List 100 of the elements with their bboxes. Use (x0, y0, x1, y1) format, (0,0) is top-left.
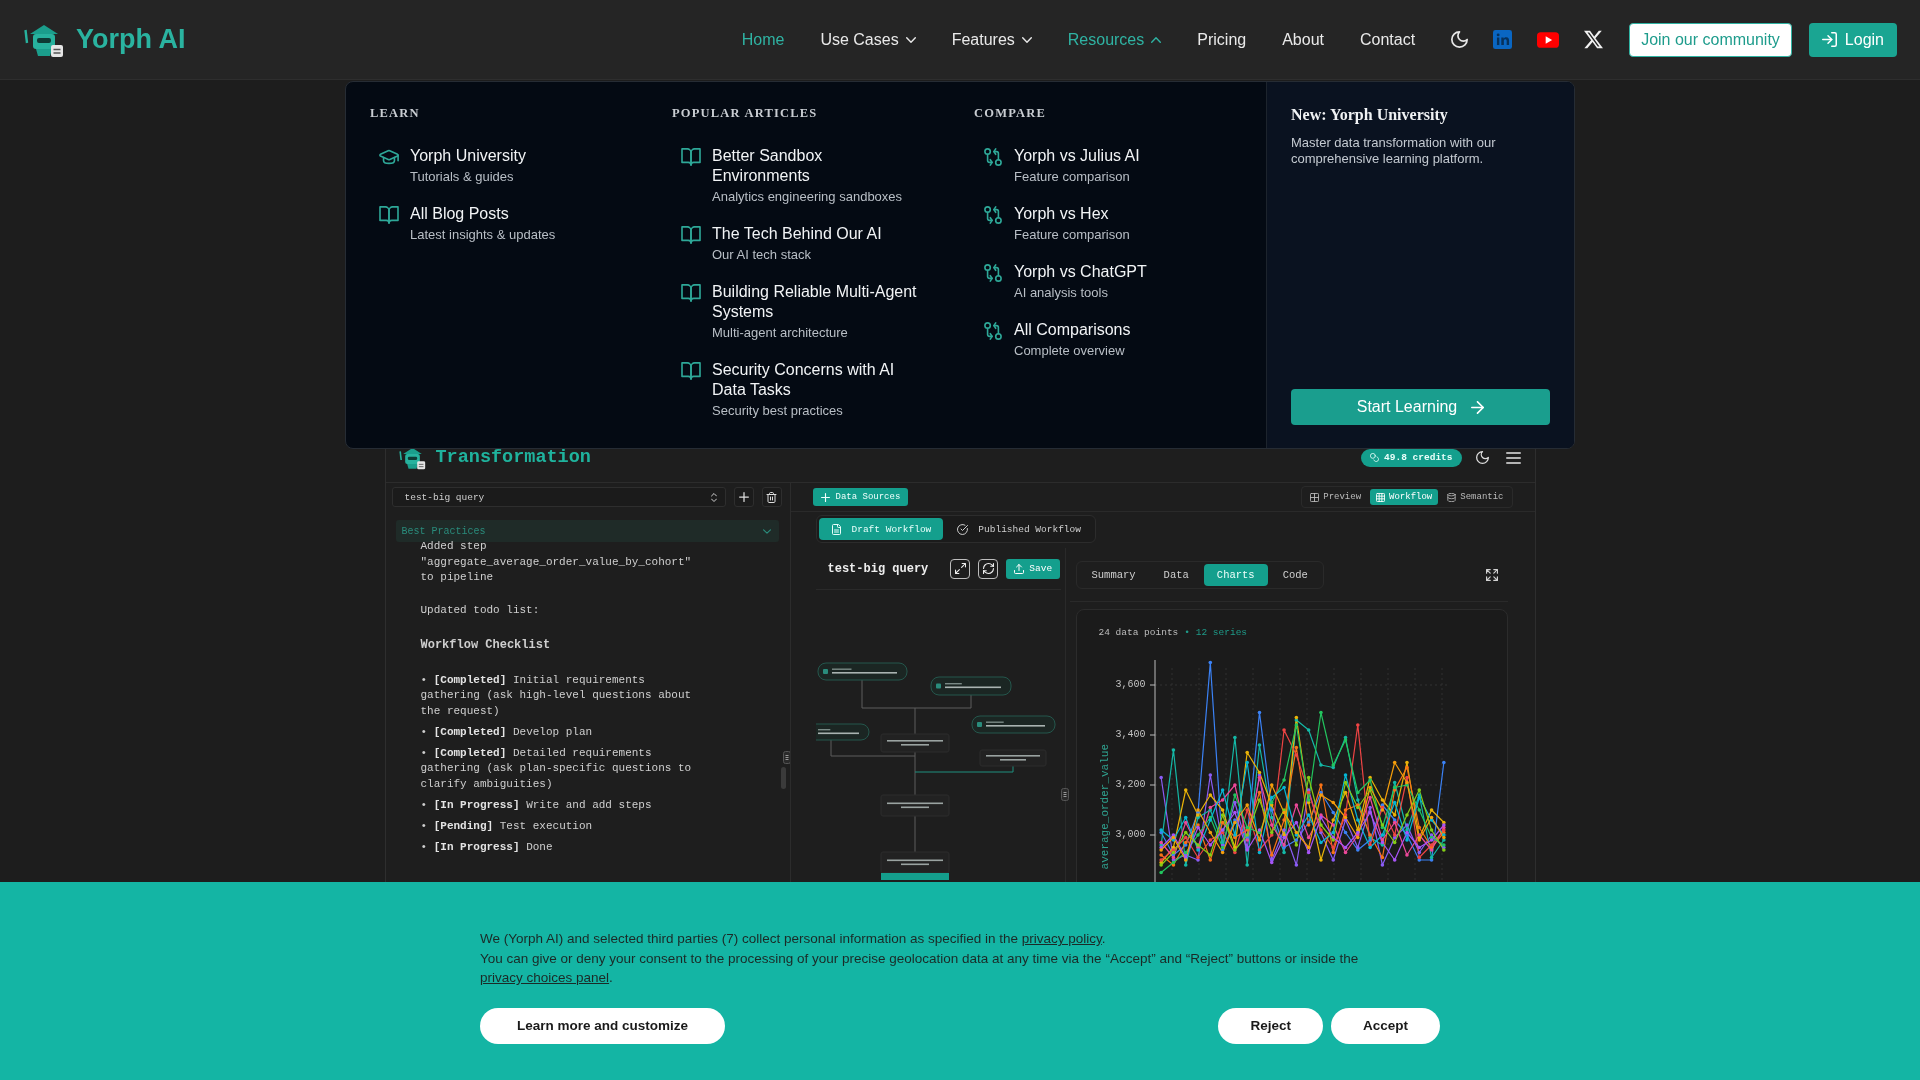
app-title: Transformation (435, 447, 591, 468)
nav-link[interactable]: About (1282, 30, 1324, 49)
workflow-select[interactable]: test-big query (391, 487, 726, 507)
logo-text[interactable]: Yorph AI (76, 24, 186, 55)
book-icon (681, 284, 701, 302)
checklist-item: • [Completed] Detailed requirements gathering (ask plan-specific questions to clarify ambiguities) (420, 745, 693, 792)
plus-icon (820, 492, 830, 502)
x-logo-icon[interactable] (1584, 30, 1604, 49)
data-point (1171, 748, 1175, 752)
data-point (1183, 788, 1188, 792)
coins-icon (1370, 453, 1380, 462)
view-mode-tab[interactable]: Preview (1304, 489, 1368, 505)
menu-link[interactable]: Security Concerns with AI Data Tasks Security best practices (672, 360, 920, 420)
feature-description: Master data transformation with our comprehensive learning platform. (1291, 135, 1497, 167)
checklist-item: • [Pending] Test execution (420, 818, 594, 834)
upload-icon (1014, 563, 1025, 574)
fullscreen-icon[interactable] (1485, 568, 1498, 581)
compare-icon (983, 264, 1003, 282)
result-tab[interactable]: Code (1269, 563, 1321, 586)
menu-link[interactable]: Yorph vs Julius AI Feature comparison (974, 146, 1222, 186)
menu-section-heading: POPULAR ARTICLES (672, 106, 818, 121)
linkedin-icon[interactable] (1493, 30, 1513, 49)
accept-button[interactable]: Accept (1331, 1007, 1440, 1044)
data-point (1318, 710, 1323, 715)
checklist-item: • [In Progress] Write and add steps (420, 797, 653, 813)
best-practices-toggle[interactable]: Best Practices (395, 520, 779, 542)
data-point (1294, 753, 1298, 757)
database-icon (1447, 492, 1457, 502)
menu-link[interactable]: All Blog Posts Latest insights & updates (370, 204, 618, 244)
data-point (1318, 858, 1323, 862)
privacy-link[interactable]: privacy choices panel (480, 970, 610, 985)
menu-link[interactable]: All Comparisons Complete overview (974, 320, 1222, 360)
checklist-item: • [In Progress] Done (420, 839, 554, 855)
nav-dropdown[interactable]: Features (951, 30, 1032, 49)
data-point (1158, 870, 1163, 875)
data-point (1208, 830, 1212, 835)
data-point (1294, 745, 1298, 750)
data-point (1416, 808, 1421, 812)
delete-button[interactable] (761, 487, 782, 507)
moon-icon[interactable] (1475, 451, 1489, 464)
expand-icon (954, 563, 966, 574)
chevrons-up-down-icon (710, 492, 717, 502)
result-tab[interactable]: Data (1150, 563, 1202, 586)
expand-button[interactable] (950, 558, 971, 579)
moon-icon[interactable] (1451, 31, 1469, 48)
chevron-down-icon (762, 528, 771, 534)
data-point (1392, 858, 1396, 862)
consent-text: You can give or deny your consent to the processing of your precise geolocation data at any time via the “Accept” and “Reject” buttons or inside the privacy choices panel. (480, 949, 1360, 987)
menu-icon[interactable] (1505, 451, 1521, 464)
data-point (1306, 813, 1310, 817)
feature-title: New: Yorph University (1291, 106, 1449, 124)
result-tab[interactable]: Summary (1078, 563, 1149, 586)
data-point (1392, 760, 1396, 765)
data-point (1244, 863, 1249, 867)
menu-link[interactable]: Building Reliable Multi-Agent Systems Multi-agent architecture (672, 282, 920, 342)
menu-link[interactable]: Yorph vs ChatGPT AI analysis tools (974, 262, 1222, 302)
checklist-item: • [Completed] Initial requirements gathering (ask high-level questions about the request) (420, 672, 693, 719)
data-point (1330, 858, 1335, 862)
scrollbar-thumb[interactable] (780, 767, 786, 789)
data-point (1343, 773, 1347, 777)
trash-icon (766, 491, 778, 503)
data-point (1404, 813, 1409, 817)
menu-link[interactable]: Yorph vs Hex Feature comparison (974, 204, 1222, 244)
axis-tick-label: 3,000 (1115, 828, 1146, 842)
privacy-link[interactable]: privacy policy (1021, 931, 1102, 946)
chevron-down-icon (905, 36, 916, 43)
view-mode-tab[interactable]: Semantic (1441, 489, 1510, 505)
data-point (1257, 798, 1261, 802)
workflow-tab[interactable]: Published Workflow (945, 518, 1093, 540)
nav-link[interactable]: Pricing (1197, 30, 1247, 49)
nav-link[interactable]: Home (741, 30, 785, 49)
menu-link[interactable]: Better Sandbox Environments Analytics engineering sandboxes (672, 146, 920, 206)
checklist-heading: Workflow Checklist (420, 638, 552, 654)
data-point (1318, 840, 1323, 845)
data-point (1330, 810, 1335, 815)
reject-button[interactable]: Reject (1218, 1007, 1323, 1044)
data-point (1220, 820, 1224, 825)
customize-button[interactable]: Learn more and customize (480, 1007, 726, 1044)
resize-grip-icon[interactable] (782, 751, 790, 764)
axis-tick-label: 3,400 (1115, 728, 1146, 742)
data-point (1441, 760, 1446, 765)
nav-dropdown[interactable]: Resources (1067, 30, 1162, 49)
table-icon (1376, 492, 1386, 502)
refresh-button[interactable] (978, 558, 999, 579)
data-point (1244, 760, 1249, 765)
consent-text: We (Yorph AI) and selected third parties (7) collect personal information as specified in the privacy policy. (480, 930, 1107, 948)
nav-dropdown[interactable]: Use Cases (820, 30, 916, 49)
series-count-text: • 12 series (1184, 626, 1248, 640)
add-button[interactable] (733, 487, 754, 507)
data-point (1208, 793, 1212, 797)
resize-grip-icon[interactable] (1061, 788, 1069, 801)
data-point (1355, 818, 1360, 822)
nav-link[interactable]: Contact (1360, 30, 1416, 49)
data-point (1232, 793, 1237, 797)
youtube-icon[interactable] (1537, 31, 1560, 48)
menu-link[interactable]: The Tech Behind Our AI Our AI tech stack (672, 224, 920, 264)
compare-icon (983, 206, 1003, 224)
data-point (1257, 743, 1261, 747)
menu-link[interactable]: Yorph University Tutorials & guides (370, 146, 618, 186)
data-point (1257, 838, 1261, 842)
